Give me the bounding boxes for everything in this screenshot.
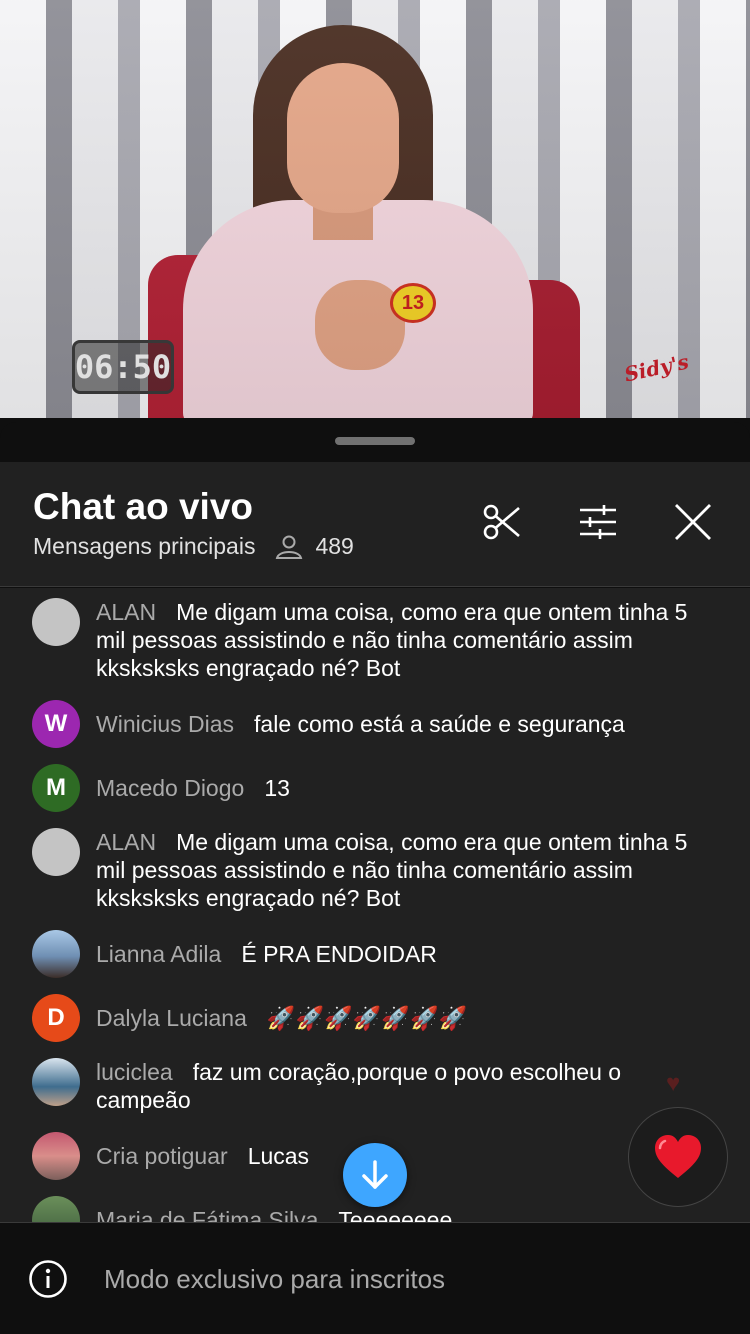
heart-icon (655, 1135, 701, 1178)
presenter: 13 (175, 25, 545, 418)
drag-handle[interactable] (335, 437, 415, 445)
avatar[interactable]: W (32, 700, 80, 748)
message-author[interactable]: Macedo Diogo (96, 775, 244, 801)
message-text: Me digam uma coisa, como era que ontem t… (96, 829, 688, 911)
chair (500, 280, 580, 418)
arrow-down-icon (362, 1160, 388, 1189)
viewer-count: 489 (275, 533, 354, 560)
chat-message[interactable]: luciclea faz um coração,porque o povo esc… (32, 1058, 712, 1114)
channel-logo: Sidy's (622, 349, 691, 387)
campaign-badge: 13 (390, 283, 436, 323)
avatar[interactable] (32, 1132, 80, 1180)
message-author[interactable]: Lianna Adila (96, 941, 221, 967)
chair (148, 255, 238, 418)
message-author[interactable]: luciclea (96, 1059, 173, 1085)
message-author[interactable]: Cria potiguar (96, 1143, 228, 1169)
message-text: 13 (264, 775, 290, 801)
scissors-icon (483, 504, 520, 540)
message-author[interactable]: Maria de Fátima Silva (96, 1207, 318, 1222)
live-chat-panel: Chat ao vivo Mensagens principais 489 AL… (0, 422, 750, 1334)
message-text: fale como está a saúde e segurança (254, 711, 625, 737)
chat-header: Chat ao vivo Mensagens principais 489 (0, 462, 750, 587)
chat-message[interactable]: ALAN Me digam uma coisa, como era que ont… (32, 828, 712, 912)
reaction-heart-button[interactable] (628, 1107, 728, 1207)
avatar[interactable] (32, 1058, 80, 1106)
message-text: Lucas (247, 1143, 310, 1169)
chat-footer: Modo exclusivo para inscritos (0, 1222, 750, 1334)
message-text: É PRA ENDOIDAR (241, 941, 437, 967)
info-icon[interactable] (28, 1259, 68, 1299)
message-author[interactable]: Dalyla Luciana (96, 1005, 247, 1031)
message-author[interactable]: ALAN (96, 829, 156, 855)
clip-button[interactable] (479, 499, 525, 545)
chat-message[interactable]: D Dalyla Luciana 🚀🚀🚀🚀🚀🚀🚀 (32, 994, 712, 1042)
avatar[interactable] (32, 930, 80, 978)
chat-message[interactable]: W Winicius Dias fale como está a saúde e … (32, 700, 712, 748)
message-text: Teeeeeeee (338, 1207, 453, 1222)
scroll-to-bottom-button[interactable] (343, 1143, 407, 1207)
chat-message[interactable]: M Macedo Diogo 13 (32, 764, 712, 812)
viewer-count-value: 489 (315, 533, 354, 559)
avatar[interactable] (32, 828, 80, 876)
tune-icon (580, 505, 616, 539)
chat-mode-label: Mensagens principais (33, 533, 256, 559)
avatar[interactable]: M (32, 764, 80, 812)
close-icon (675, 504, 711, 540)
message-author[interactable]: ALAN (96, 599, 156, 625)
avatar[interactable] (32, 1196, 80, 1222)
chat-message[interactable]: Lianna Adila É PRA ENDOIDAR (32, 930, 712, 978)
avatar[interactable] (32, 598, 80, 646)
avatar[interactable]: D (32, 994, 80, 1042)
message-text: 🚀🚀🚀🚀🚀🚀🚀 (266, 1005, 468, 1031)
close-chat-button[interactable] (670, 499, 716, 545)
subscribers-only-notice: Modo exclusivo para inscritos (104, 1264, 446, 1294)
person-icon (276, 535, 303, 559)
chat-title: Chat ao vivo (33, 486, 253, 527)
chat-message[interactable]: ALAN Me digam uma coisa, como era que ont… (32, 598, 712, 682)
message-text: faz um coração,porque o povo escolheu o … (96, 1059, 622, 1113)
filter-button[interactable] (575, 499, 621, 545)
message-author[interactable]: Winicius Dias (96, 711, 234, 737)
video-timer: 06:50 (72, 340, 174, 394)
chat-mode-selector[interactable]: Mensagens principais 489 (33, 533, 354, 560)
message-text: Me digam uma coisa, como era que ontem t… (96, 599, 688, 681)
floating-heart-icon: ♥ (666, 1070, 681, 1097)
video-player[interactable]: 13 06:50 Sidy's (0, 0, 750, 418)
